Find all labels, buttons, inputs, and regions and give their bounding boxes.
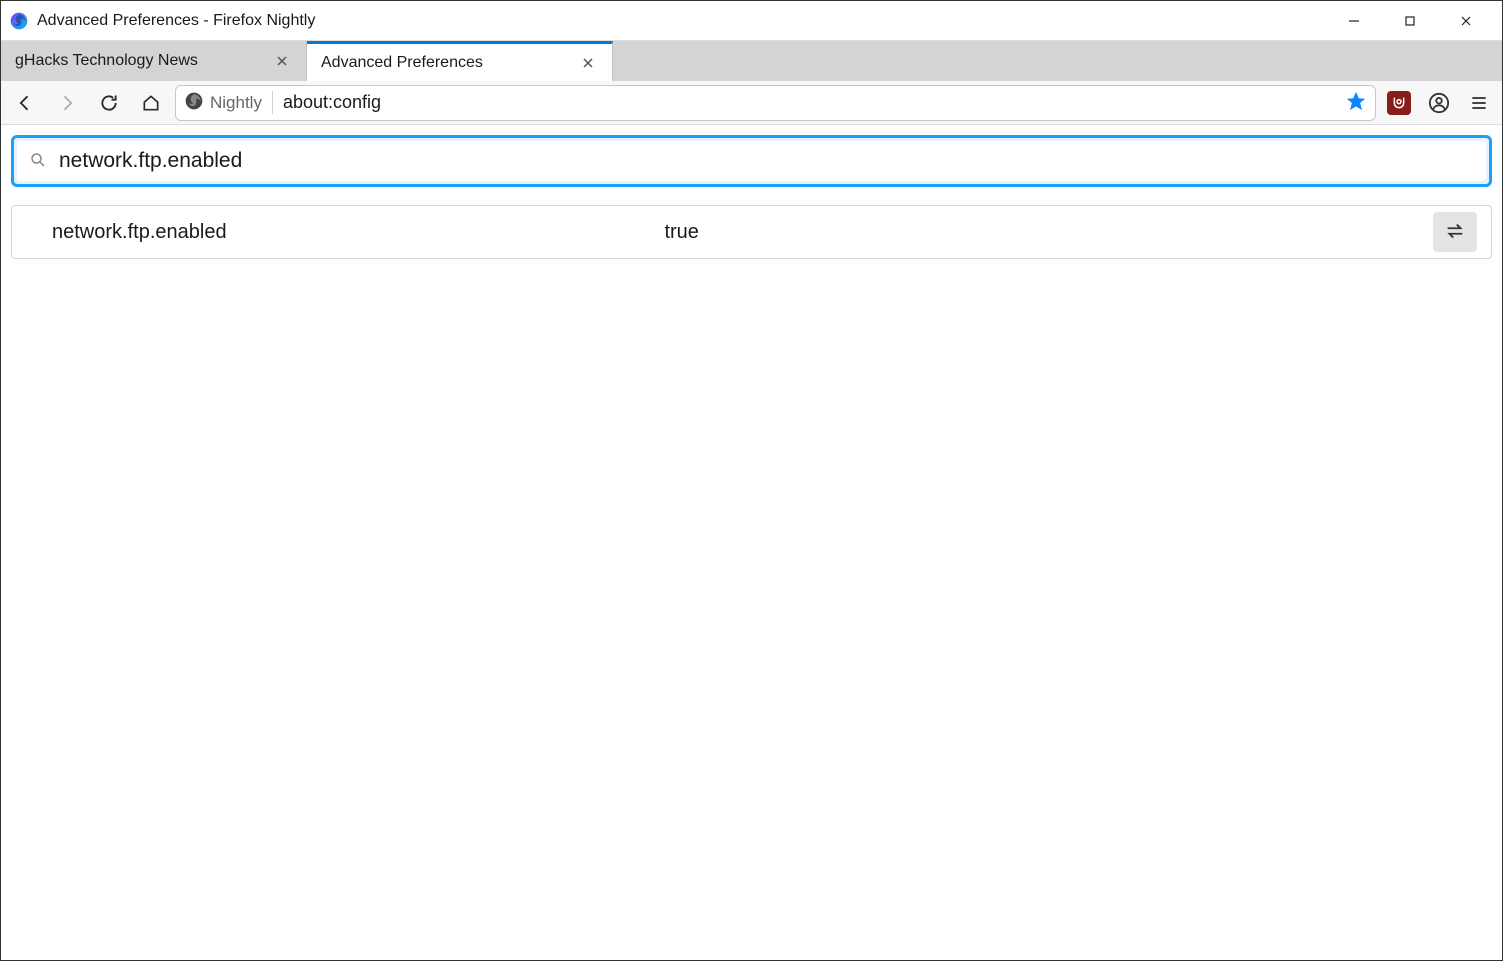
window-maximize-button[interactable] <box>1382 1 1438 41</box>
home-button[interactable] <box>133 85 169 121</box>
tab-title: gHacks Technology News <box>15 52 264 70</box>
identity-label: Nightly <box>210 93 262 113</box>
ublock-icon <box>1387 91 1411 115</box>
pref-search-input[interactable] <box>59 149 1474 173</box>
pref-table: network.ftp.enabled true <box>11 205 1492 259</box>
search-icon <box>29 151 47 172</box>
navigation-toolbar: Nightly about:config <box>1 81 1502 125</box>
window-close-button[interactable] <box>1438 1 1494 41</box>
window-controls <box>1326 1 1494 41</box>
tab-ghacks[interactable]: gHacks Technology News <box>1 41 307 81</box>
pref-value: true <box>664 221 1433 244</box>
firefox-nightly-icon <box>9 11 29 31</box>
pref-name: network.ftp.enabled <box>26 221 664 244</box>
close-icon[interactable] <box>272 51 292 71</box>
url-bar[interactable]: Nightly about:config <box>175 85 1376 121</box>
close-icon[interactable] <box>578 53 598 73</box>
toggle-arrows-icon <box>1444 220 1466 245</box>
pref-search-container <box>11 135 1492 187</box>
pref-toggle-button[interactable] <box>1433 212 1477 252</box>
account-button[interactable] <box>1422 86 1456 120</box>
tab-title: Advanced Preferences <box>321 54 570 72</box>
window-title: Advanced Preferences - Firefox Nightly <box>37 12 1326 30</box>
reload-button[interactable] <box>91 85 127 121</box>
app-menu-button[interactable] <box>1462 86 1496 120</box>
forward-button[interactable] <box>49 85 85 121</box>
tab-bar: gHacks Technology News Advanced Preferen… <box>1 41 1502 81</box>
window-titlebar: Advanced Preferences - Firefox Nightly <box>1 1 1502 41</box>
firefox-nightly-icon <box>184 91 204 114</box>
identity-box[interactable]: Nightly <box>184 91 273 114</box>
ublock-origin-button[interactable] <box>1382 86 1416 120</box>
back-button[interactable] <box>7 85 43 121</box>
content-area: network.ftp.enabled true <box>1 125 1502 960</box>
url-text: about:config <box>283 92 1335 113</box>
pref-row: network.ftp.enabled true <box>12 206 1491 258</box>
tab-advanced-preferences[interactable]: Advanced Preferences <box>307 41 613 81</box>
bookmark-star-icon[interactable] <box>1345 90 1367 115</box>
window-minimize-button[interactable] <box>1326 1 1382 41</box>
